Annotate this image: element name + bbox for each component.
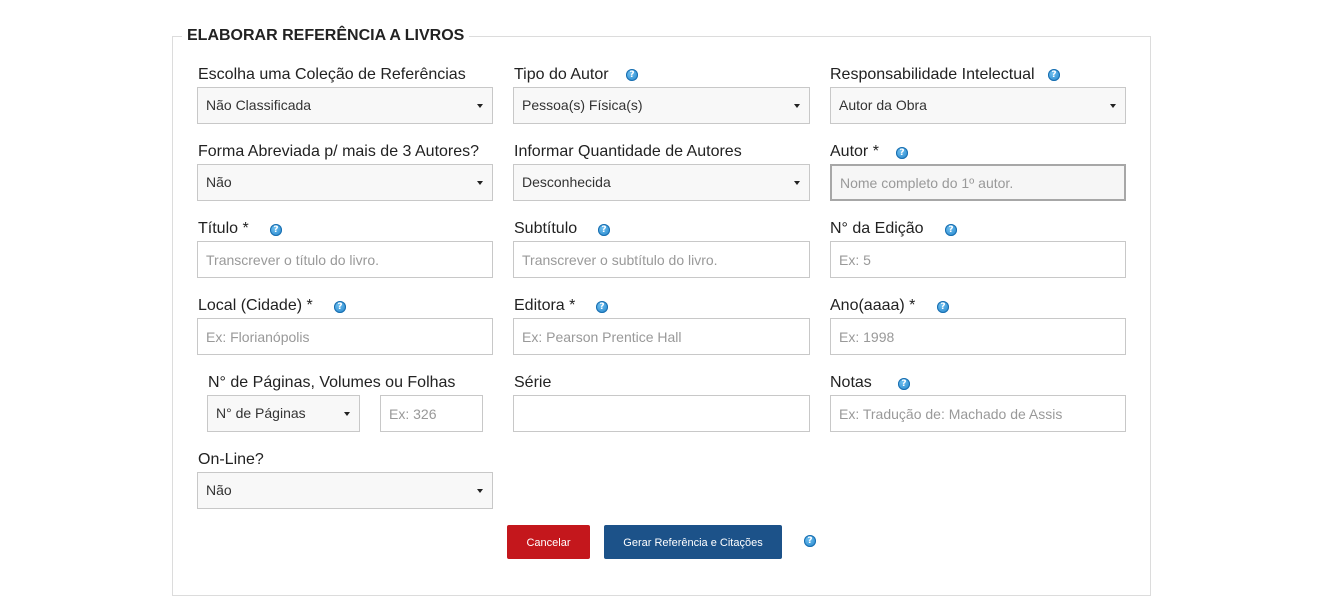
help-icon[interactable]: ? [804,535,816,547]
form-legend: ELABORAR REFERÊNCIA A LIVROS [182,26,470,46]
chevron-down-icon [344,412,350,416]
serie-label: Série [514,374,552,391]
chevron-down-icon [794,104,800,108]
help-icon[interactable]: ? [898,378,910,390]
colecao-label: Escolha uma Coleção de Referências [198,66,466,83]
subtitulo-label: Subtítulo [514,220,578,237]
edicao-input[interactable] [830,241,1126,278]
paginas-type-select[interactable]: N° de Páginas [207,395,360,432]
generate-reference-button[interactable]: Gerar Referência e Citações [604,525,782,559]
subtitulo-input[interactable] [513,241,810,278]
forma-abreviada-select[interactable]: Não [197,164,493,201]
ano-input[interactable] [830,318,1126,355]
chevron-down-icon [1110,104,1116,108]
cancel-button[interactable]: Cancelar [507,525,590,559]
titulo-label: Título * [198,220,249,237]
edicao-label: N° da Edição [830,220,924,237]
help-icon[interactable]: ? [626,69,638,81]
tipo-autor-label: Tipo do Autor [514,66,609,83]
online-select[interactable]: Não [197,472,493,509]
chevron-down-icon [477,489,483,493]
local-input[interactable] [197,318,493,355]
editora-label: Editora * [514,297,576,314]
help-icon[interactable]: ? [896,147,908,159]
quantidade-autores-value: Desconhecida [522,174,611,190]
chevron-down-icon [794,181,800,185]
responsabilidade-select[interactable]: Autor da Obra [830,87,1126,124]
responsabilidade-label: Responsabilidade Intelectual [830,66,1035,83]
tipo-autor-select[interactable]: Pessoa(s) Física(s) [513,87,810,124]
editora-input[interactable] [513,318,810,355]
paginas-type-value: N° de Páginas [216,405,306,421]
quantidade-autores-label: Informar Quantidade de Autores [514,143,742,160]
online-value: Não [206,482,232,498]
help-icon[interactable]: ? [270,224,282,236]
help-icon[interactable]: ? [937,301,949,313]
online-label: On-Line? [198,451,264,468]
help-icon[interactable]: ? [1048,69,1060,81]
colecao-select[interactable]: Não Classificada [197,87,493,124]
chevron-down-icon [477,104,483,108]
paginas-label: N° de Páginas, Volumes ou Folhas [208,374,456,391]
paginas-input[interactable] [380,395,483,432]
autor-label: Autor * [830,143,879,160]
forma-abreviada-value: Não [206,174,232,190]
help-icon[interactable]: ? [598,224,610,236]
ano-label: Ano(aaaa) * [830,297,916,314]
help-icon[interactable]: ? [945,224,957,236]
local-label: Local (Cidade) * [198,297,313,314]
help-icon[interactable]: ? [596,301,608,313]
serie-input[interactable] [513,395,810,432]
tipo-autor-value: Pessoa(s) Física(s) [522,97,643,113]
help-icon[interactable]: ? [334,301,346,313]
autor-input[interactable] [830,164,1126,201]
titulo-input[interactable] [197,241,493,278]
notas-label: Notas [830,374,872,391]
notas-input[interactable] [830,395,1126,432]
chevron-down-icon [477,181,483,185]
forma-abreviada-label: Forma Abreviada p/ mais de 3 Autores? [198,143,480,160]
responsabilidade-value: Autor da Obra [839,97,927,113]
quantidade-autores-select[interactable]: Desconhecida [513,164,810,201]
colecao-value: Não Classificada [206,97,312,113]
